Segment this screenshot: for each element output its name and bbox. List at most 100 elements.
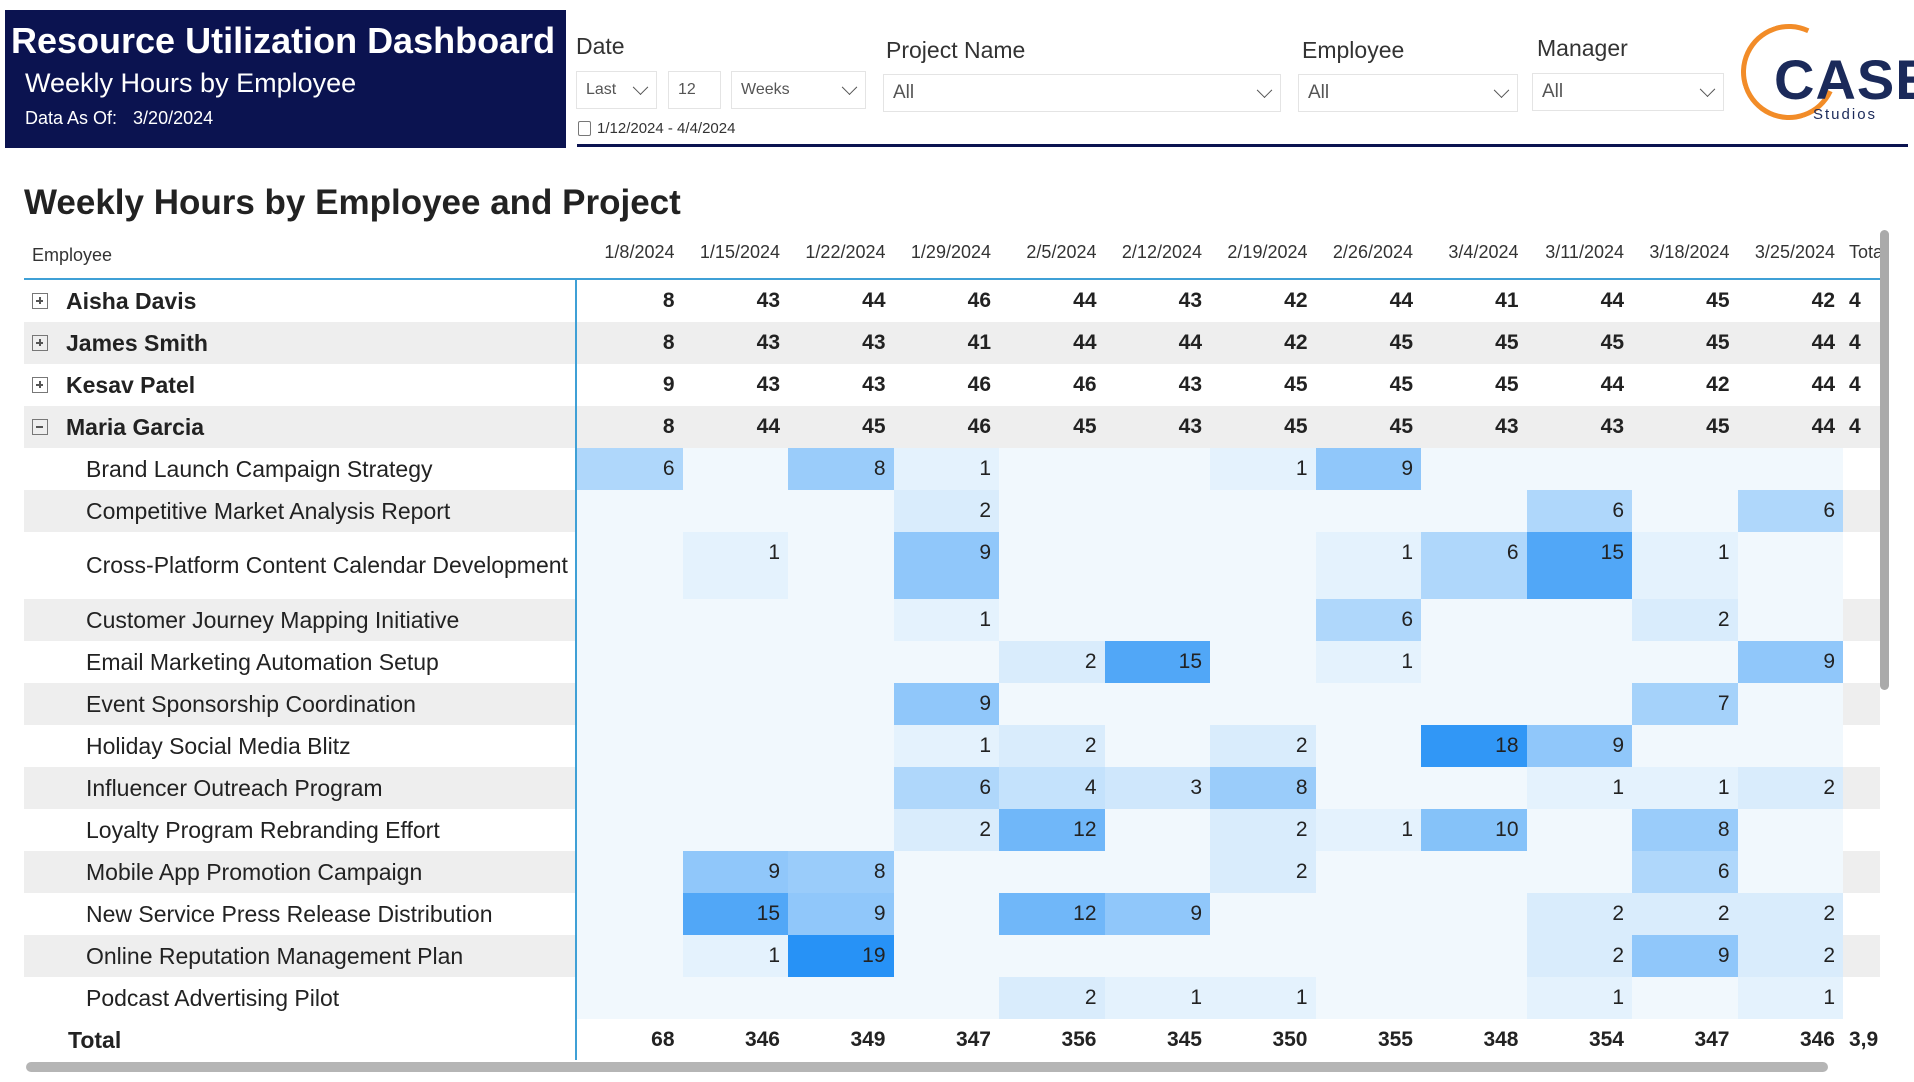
employee-value: All xyxy=(1308,82,1330,103)
project-week-value: 1 xyxy=(1526,977,1632,1019)
project-week-value xyxy=(577,599,683,641)
project-week-value: 6 xyxy=(1526,490,1632,532)
expand-icon[interactable] xyxy=(32,335,48,351)
project-total xyxy=(1843,599,1880,641)
project-week-value: 2 xyxy=(1632,893,1738,935)
project-week-value xyxy=(999,490,1105,532)
week-total: 356 xyxy=(1061,1028,1097,1051)
employee-total: 4 xyxy=(1849,373,1861,396)
date-mode-dropdown[interactable]: Last xyxy=(576,71,657,109)
project-week-value xyxy=(1421,599,1527,641)
project-week-value: 9 xyxy=(1315,448,1421,490)
date-unit-dropdown[interactable]: Weeks xyxy=(731,71,866,109)
manager-dropdown[interactable]: All xyxy=(1532,73,1724,111)
project-week-value xyxy=(577,977,683,1019)
employee-week-value: 45 xyxy=(1495,331,1519,354)
project-week-value xyxy=(788,683,894,725)
expand-icon[interactable] xyxy=(32,293,48,309)
project-week-value xyxy=(788,599,894,641)
column-header[interactable]: 1/8/2024 xyxy=(577,232,683,278)
employee-week-value: 42 xyxy=(1811,289,1835,312)
project-week-value xyxy=(577,490,683,532)
project-week-value xyxy=(1315,935,1421,977)
column-header[interactable]: 1/29/2024 xyxy=(894,232,1000,278)
week-total: 354 xyxy=(1588,1028,1624,1051)
project-week-value xyxy=(1526,641,1632,683)
week-total: 355 xyxy=(1377,1028,1413,1051)
project-week-value: 6 xyxy=(1315,599,1421,641)
horizontal-scrollbar[interactable] xyxy=(26,1062,1828,1072)
project-week-value: 19 xyxy=(788,935,894,977)
project-week-value xyxy=(682,809,788,851)
employee-week-value: 46 xyxy=(967,289,991,312)
project-week-value: 2 xyxy=(1737,893,1843,935)
project-filter-label: Project Name xyxy=(886,37,1026,63)
column-header-row: Employee 1/8/2024 1/15/2024 1/22/2024 1/29/2… xyxy=(24,232,1880,280)
vertical-scrollbar[interactable] xyxy=(1880,230,1889,690)
project-week-value xyxy=(1210,490,1316,532)
employee-week-value: 45 xyxy=(1600,331,1624,354)
project-week-value: 1 xyxy=(1315,641,1421,683)
project-week-value: 6 xyxy=(893,767,999,809)
column-header[interactable]: 3/18/2024 xyxy=(1632,232,1738,278)
chevron-down-icon xyxy=(632,79,649,96)
column-header[interactable]: 2/12/2024 xyxy=(1105,232,1211,278)
grand-total: 3,9 xyxy=(1849,1028,1879,1051)
column-header[interactable]: 2/26/2024 xyxy=(1316,232,1422,278)
column-header[interactable]: 1/15/2024 xyxy=(683,232,789,278)
project-week-value xyxy=(1737,599,1843,641)
project-week-value xyxy=(999,599,1105,641)
project-week-value: 12 xyxy=(999,809,1105,851)
column-header[interactable]: 3/4/2024 xyxy=(1421,232,1527,278)
project-week-value: 9 xyxy=(682,851,788,893)
project-week-value xyxy=(682,977,788,1019)
project-week-value: 8 xyxy=(788,448,894,490)
project-week-value xyxy=(577,893,683,935)
column-header[interactable]: 2/5/2024 xyxy=(999,232,1105,278)
employee-cell: Aisha Davis xyxy=(24,280,577,322)
project-week-value: 6 xyxy=(1421,532,1527,599)
filter-divider xyxy=(577,144,1908,147)
employee-row: Aisha Davis 8 43 44 46 44 43 42 44 41 44 45 42 4 xyxy=(24,280,1880,322)
project-week-value xyxy=(1526,809,1632,851)
column-header[interactable]: 1/22/2024 xyxy=(788,232,894,278)
employee-filter-label: Employee xyxy=(1302,37,1405,63)
project-week-value xyxy=(577,809,683,851)
employee-week-value: 44 xyxy=(1811,373,1835,396)
week-total: 348 xyxy=(1483,1028,1519,1051)
project-week-value xyxy=(1526,851,1632,893)
project-week-value xyxy=(1315,725,1421,767)
project-week-value: 1 xyxy=(682,935,788,977)
date-unit-value: Weeks xyxy=(741,81,790,98)
employee-week-value: 42 xyxy=(1284,289,1308,312)
project-week-value xyxy=(1632,641,1738,683)
project-week-value xyxy=(1104,851,1210,893)
date-count-input[interactable]: 12 xyxy=(668,71,721,109)
employee-week-value: 45 xyxy=(862,415,886,438)
project-week-value: 2 xyxy=(1210,809,1316,851)
employee-week-value: 41 xyxy=(1495,289,1519,312)
project-name: Customer Journey Mapping Initiative xyxy=(24,599,577,641)
project-week-value xyxy=(1104,935,1210,977)
project-week-value xyxy=(1104,683,1210,725)
column-header[interactable]: 3/11/2024 xyxy=(1527,232,1633,278)
project-week-value xyxy=(577,935,683,977)
project-week-value xyxy=(1737,809,1843,851)
project-week-value xyxy=(682,767,788,809)
project-week-value xyxy=(1315,851,1421,893)
project-week-value xyxy=(999,683,1105,725)
collapse-icon[interactable] xyxy=(32,419,48,435)
chevron-down-icon xyxy=(1699,81,1716,98)
project-week-value: 12 xyxy=(999,893,1105,935)
total-column-header[interactable]: Total xyxy=(1843,232,1880,278)
expand-icon[interactable] xyxy=(32,377,48,393)
project-week-value xyxy=(1421,448,1527,490)
column-header[interactable]: 2/19/2024 xyxy=(1210,232,1316,278)
project-total xyxy=(1843,851,1880,893)
column-header[interactable]: 3/25/2024 xyxy=(1738,232,1844,278)
project-week-value xyxy=(1737,851,1843,893)
project-dropdown[interactable]: All xyxy=(883,74,1281,112)
project-week-value xyxy=(1526,599,1632,641)
project-week-value xyxy=(1315,767,1421,809)
employee-dropdown[interactable]: All xyxy=(1298,74,1518,112)
